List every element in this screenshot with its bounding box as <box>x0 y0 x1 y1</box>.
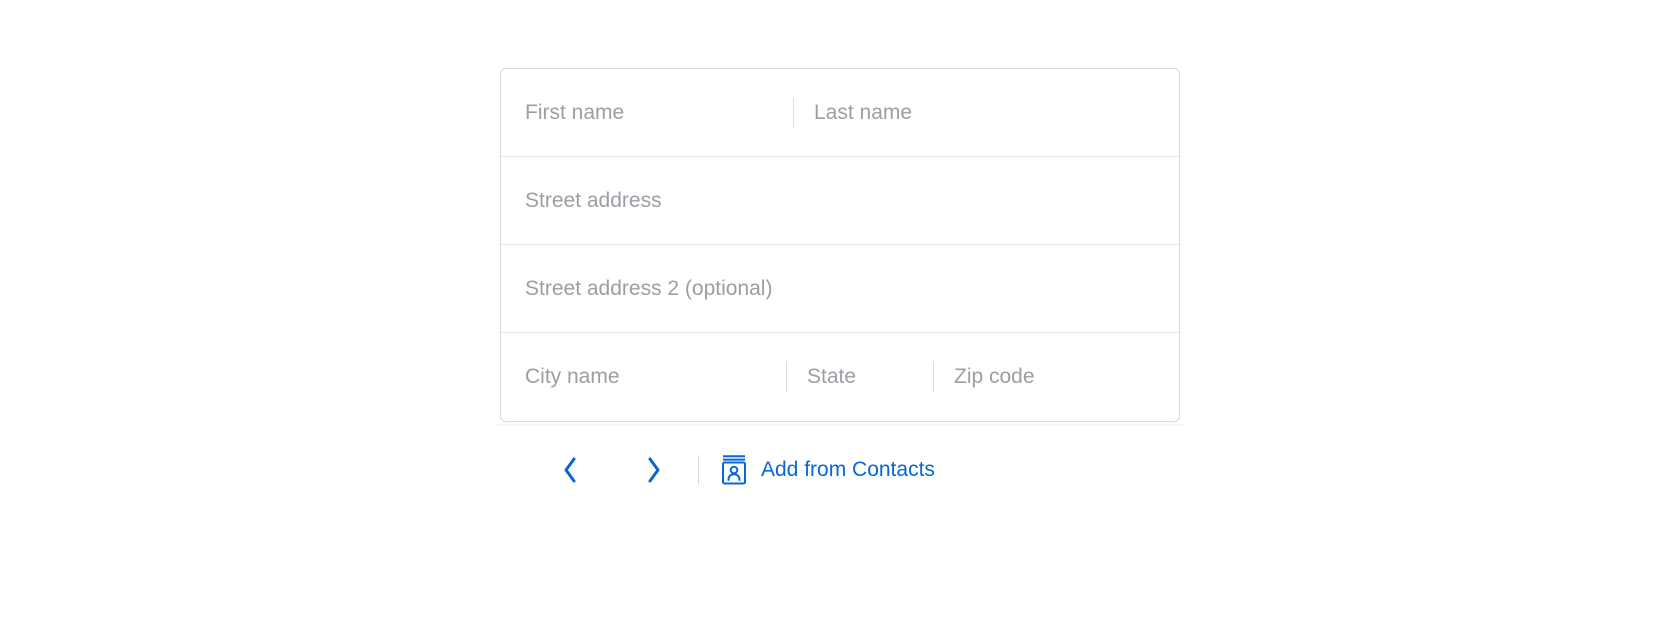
last-name-field[interactable] <box>800 69 1155 156</box>
previous-button[interactable] <box>548 448 592 492</box>
contacts-icon <box>721 455 747 485</box>
next-button[interactable] <box>632 448 676 492</box>
field-divider <box>793 98 794 128</box>
toolbar-divider <box>698 455 699 485</box>
field-divider <box>786 362 787 392</box>
field-divider <box>933 362 934 392</box>
form-toolbar: Add from Contacts <box>500 426 1180 490</box>
chevron-right-icon <box>647 457 661 483</box>
state-field[interactable] <box>793 333 933 421</box>
street-address-2-field[interactable] <box>525 245 1155 332</box>
street-address-field[interactable] <box>525 157 1155 244</box>
address-form-card <box>500 68 1180 422</box>
first-name-field[interactable] <box>525 69 793 156</box>
zip-field[interactable] <box>940 333 1155 421</box>
name-row <box>501 69 1179 157</box>
add-from-contacts-label: Add from Contacts <box>761 458 935 482</box>
chevron-left-icon <box>563 457 577 483</box>
add-from-contacts-button[interactable]: Add from Contacts <box>721 455 935 485</box>
street1-row <box>501 157 1179 245</box>
city-state-zip-row <box>501 333 1179 421</box>
city-field[interactable] <box>525 333 786 421</box>
street2-row <box>501 245 1179 333</box>
